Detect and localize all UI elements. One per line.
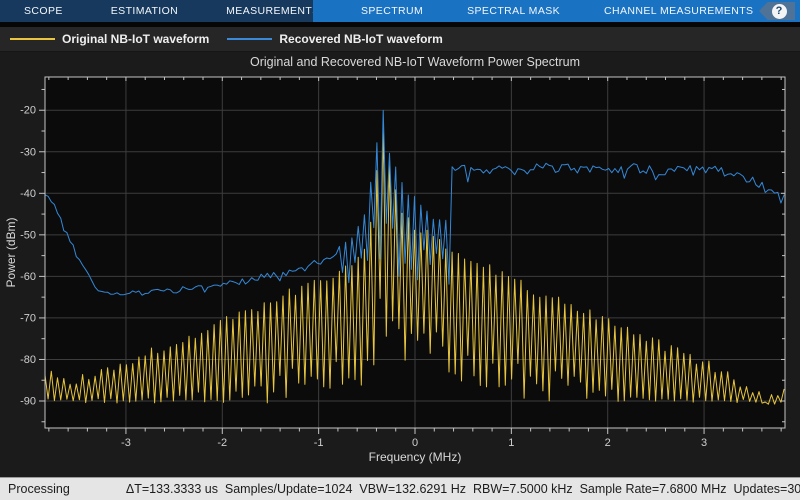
svg-text:-1: -1	[314, 437, 324, 449]
figure-area: Original and Recovered NB-IoT Waveform P…	[0, 52, 800, 477]
help-icon: ?	[772, 4, 787, 19]
x-axis-label: Frequency (MHz)	[369, 450, 462, 464]
status-processing: Processing	[8, 482, 70, 496]
svg-text:0: 0	[412, 437, 418, 449]
svg-text:-50: -50	[20, 229, 36, 241]
svg-text:-70: -70	[20, 312, 36, 324]
status-metrics: ΔT=133.3333 us Samples/Update=1024 VBW=1…	[126, 482, 800, 496]
svg-text:-90: -90	[20, 396, 36, 408]
tab-channel-measurements[interactable]: CHANNEL MEASUREMENTS	[582, 0, 775, 22]
tab-bar: SCOPE ESTIMATION MEASUREMENTS SPECTRUM S…	[0, 0, 800, 22]
svg-text:2: 2	[605, 437, 611, 449]
tab-spectrum[interactable]: SPECTRUM	[339, 0, 445, 22]
tab-scope[interactable]: SCOPE	[0, 0, 87, 22]
tab-group-active: SPECTRUM SPECTRAL MASK CHANNEL MEASUREME…	[313, 0, 800, 22]
tab-estimation[interactable]: ESTIMATION	[87, 0, 202, 22]
svg-text:-2: -2	[217, 437, 227, 449]
status-bar: Processing ΔT=133.3333 us Samples/Update…	[0, 477, 800, 500]
legend-label-recovered: Recovered NB-IoT waveform	[279, 32, 442, 46]
y-axis-label: Power (dBm)	[4, 217, 18, 287]
legend-item-recovered[interactable]: Recovered NB-IoT waveform	[227, 32, 442, 46]
legend-label-original: Original NB-IoT waveform	[62, 32, 209, 46]
svg-text:1: 1	[508, 437, 514, 449]
legend-swatch-recovered	[227, 38, 272, 40]
legend-item-original[interactable]: Original NB-IoT waveform	[10, 32, 209, 46]
svg-text:3: 3	[701, 437, 707, 449]
spectrum-plot: -3 -2 -1 0 1 2 3 -20 -30 -40 -50 -60 -70 -80 -90 Freque…	[0, 52, 800, 477]
legend-swatch-original	[10, 38, 55, 40]
svg-text:-20: -20	[20, 105, 36, 117]
tab-spectral-mask[interactable]: SPECTRAL MASK	[445, 0, 582, 22]
legend-bar: Original NB-IoT waveform Recovered NB-Io…	[0, 27, 800, 52]
spectrum-analyzer-window: SCOPE ESTIMATION MEASUREMENTS SPECTRUM S…	[0, 0, 800, 500]
svg-text:-80: -80	[20, 354, 36, 366]
tab-group-inactive: SCOPE ESTIMATION MEASUREMENTS	[0, 0, 313, 22]
svg-text:-3: -3	[121, 437, 131, 449]
svg-text:-40: -40	[20, 188, 36, 200]
svg-text:-30: -30	[20, 146, 36, 158]
svg-text:-60: -60	[20, 271, 36, 283]
